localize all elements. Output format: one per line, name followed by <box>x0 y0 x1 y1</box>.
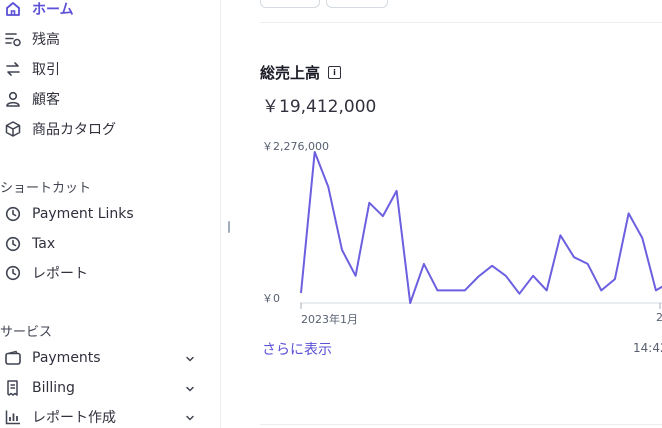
x-axis-tick-label: 2023年1月 <box>301 313 358 326</box>
customers-icon <box>4 90 22 108</box>
service-label: レポート作成 <box>32 410 116 426</box>
chevron-down-icon[interactable] <box>184 383 196 395</box>
balance-icon <box>4 30 22 48</box>
service-label: Payments <box>32 350 101 366</box>
shortcut-label: Tax <box>32 236 56 252</box>
sidebar-item-home[interactable]: ホーム <box>4 0 74 20</box>
chevron-down-icon[interactable] <box>184 353 196 365</box>
shortcut-reports[interactable]: レポート <box>4 262 88 284</box>
service-payments[interactable]: Payments <box>4 347 101 369</box>
report-chart-icon <box>4 408 22 426</box>
clock-icon <box>4 235 22 253</box>
sidebar-item-product-catalog[interactable]: 商品カタログ <box>4 118 116 140</box>
sidebar-item-label: 残高 <box>32 32 60 48</box>
service-billing[interactable]: Billing <box>4 377 75 399</box>
home-icon <box>4 0 22 18</box>
services-section-title: サービス <box>0 325 53 340</box>
shortcut-label: レポート <box>32 266 88 282</box>
clock-icon <box>4 264 22 282</box>
chart-series-line <box>300 151 662 304</box>
main-content: 総売上高 i ￥19,412,000 ￥2,276,000 ￥0 2023年1月… <box>232 0 662 428</box>
service-label: Billing <box>32 380 75 396</box>
shortcut-tax[interactable]: Tax <box>4 233 55 255</box>
sidebar: ホーム 残高 取引 顧客 商品カタログ ショートカット Payment Link… <box>0 0 221 428</box>
sidebar-item-balance[interactable]: 残高 <box>4 28 60 50</box>
sidebar-item-label: 顧客 <box>32 92 60 108</box>
sidebar-item-label: 商品カタログ <box>32 122 116 138</box>
updated-time: 14:42 <box>633 341 662 355</box>
product-catalog-icon <box>4 120 22 138</box>
show-more-link[interactable]: さらに表示 <box>262 339 332 359</box>
shortcut-label: Payment Links <box>32 206 134 222</box>
sidebar-item-label: 取引 <box>32 62 60 78</box>
sidebar-item-customers[interactable]: 顧客 <box>4 88 60 110</box>
shortcuts-section-title: ショートカット <box>0 181 92 196</box>
divider <box>260 424 662 425</box>
transactions-icon <box>4 60 22 78</box>
billing-icon <box>4 379 22 397</box>
shortcut-payment-links[interactable]: Payment Links <box>4 203 134 225</box>
gross-volume-line-chart[interactable] <box>232 0 662 330</box>
chevron-down-icon[interactable] <box>184 412 196 424</box>
sidebar-item-label: ホーム <box>32 2 74 18</box>
sidebar-item-transactions[interactable]: 取引 <box>4 58 60 80</box>
sidebar-resize-handle[interactable] <box>228 221 230 233</box>
x-axis-tick-label: 2 <box>656 311 662 324</box>
wallet-icon <box>4 349 22 367</box>
clock-icon <box>4 205 22 223</box>
service-report-creation[interactable]: レポート作成 <box>4 406 116 428</box>
